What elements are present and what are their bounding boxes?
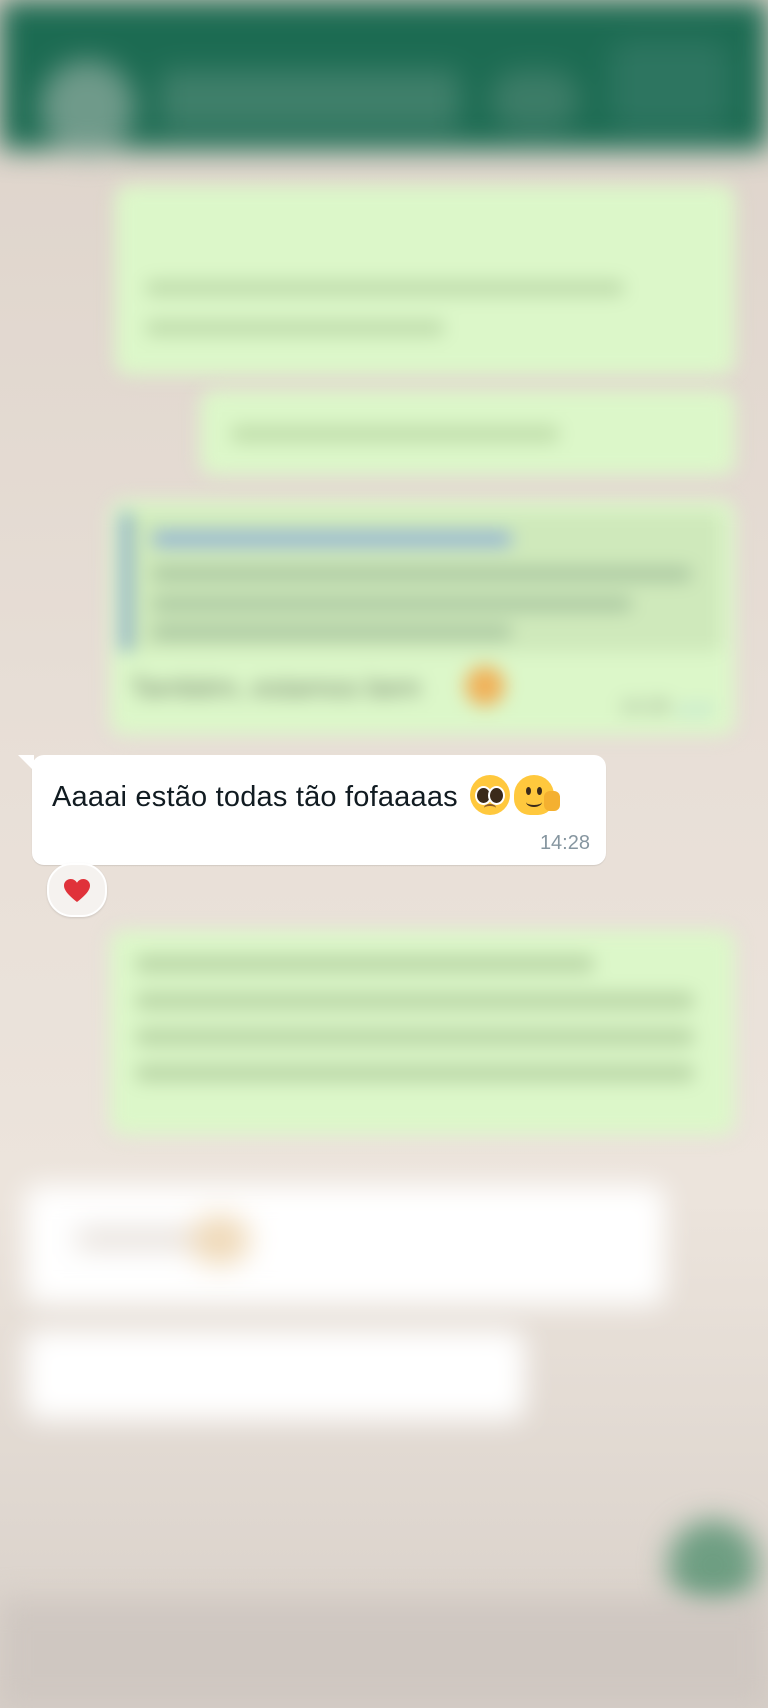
pleading-face-emoji-icon <box>470 775 511 815</box>
message-content: Aaaai estão todas tão fofaaaas <box>52 775 561 815</box>
message-text: Também, estamos bem <box>130 672 421 703</box>
menu-icon[interactable] <box>610 40 730 130</box>
message-composer[interactable] <box>0 1600 768 1708</box>
chat-header <box>0 0 768 155</box>
call-icon[interactable] <box>490 70 580 130</box>
mic-button[interactable] <box>668 1520 758 1610</box>
message-bubble-outgoing[interactable] <box>110 930 735 1135</box>
quoted-message[interactable] <box>122 512 722 652</box>
message-bubble-outgoing-reply[interactable]: Também, estamos bem 14:26 ✓✓ <box>110 500 735 735</box>
read-receipt-icon: ✓✓ <box>678 697 715 722</box>
message-bubble-incoming[interactable]: Aaaai estão todas tão fofaaaas 14:28 <box>18 755 606 865</box>
message-time: 14:28 <box>539 832 590 854</box>
message-time: 14:26 <box>619 696 670 718</box>
message-reaction[interactable] <box>47 863 107 917</box>
message-bubble-incoming[interactable] <box>25 1185 665 1305</box>
message-bubble-outgoing[interactable] <box>115 185 735 375</box>
heart-icon <box>64 879 90 902</box>
contact-avatar[interactable] <box>40 60 135 155</box>
smiling-face-emoji-icon <box>465 666 505 706</box>
message-bubble-incoming[interactable] <box>25 1330 525 1420</box>
message-text: Aaaai estão todas tão fofaaaas <box>52 781 458 813</box>
contact-name[interactable] <box>160 70 460 130</box>
message-bubble-outgoing[interactable] <box>200 390 735 475</box>
melting-face-emoji-icon <box>514 775 561 815</box>
